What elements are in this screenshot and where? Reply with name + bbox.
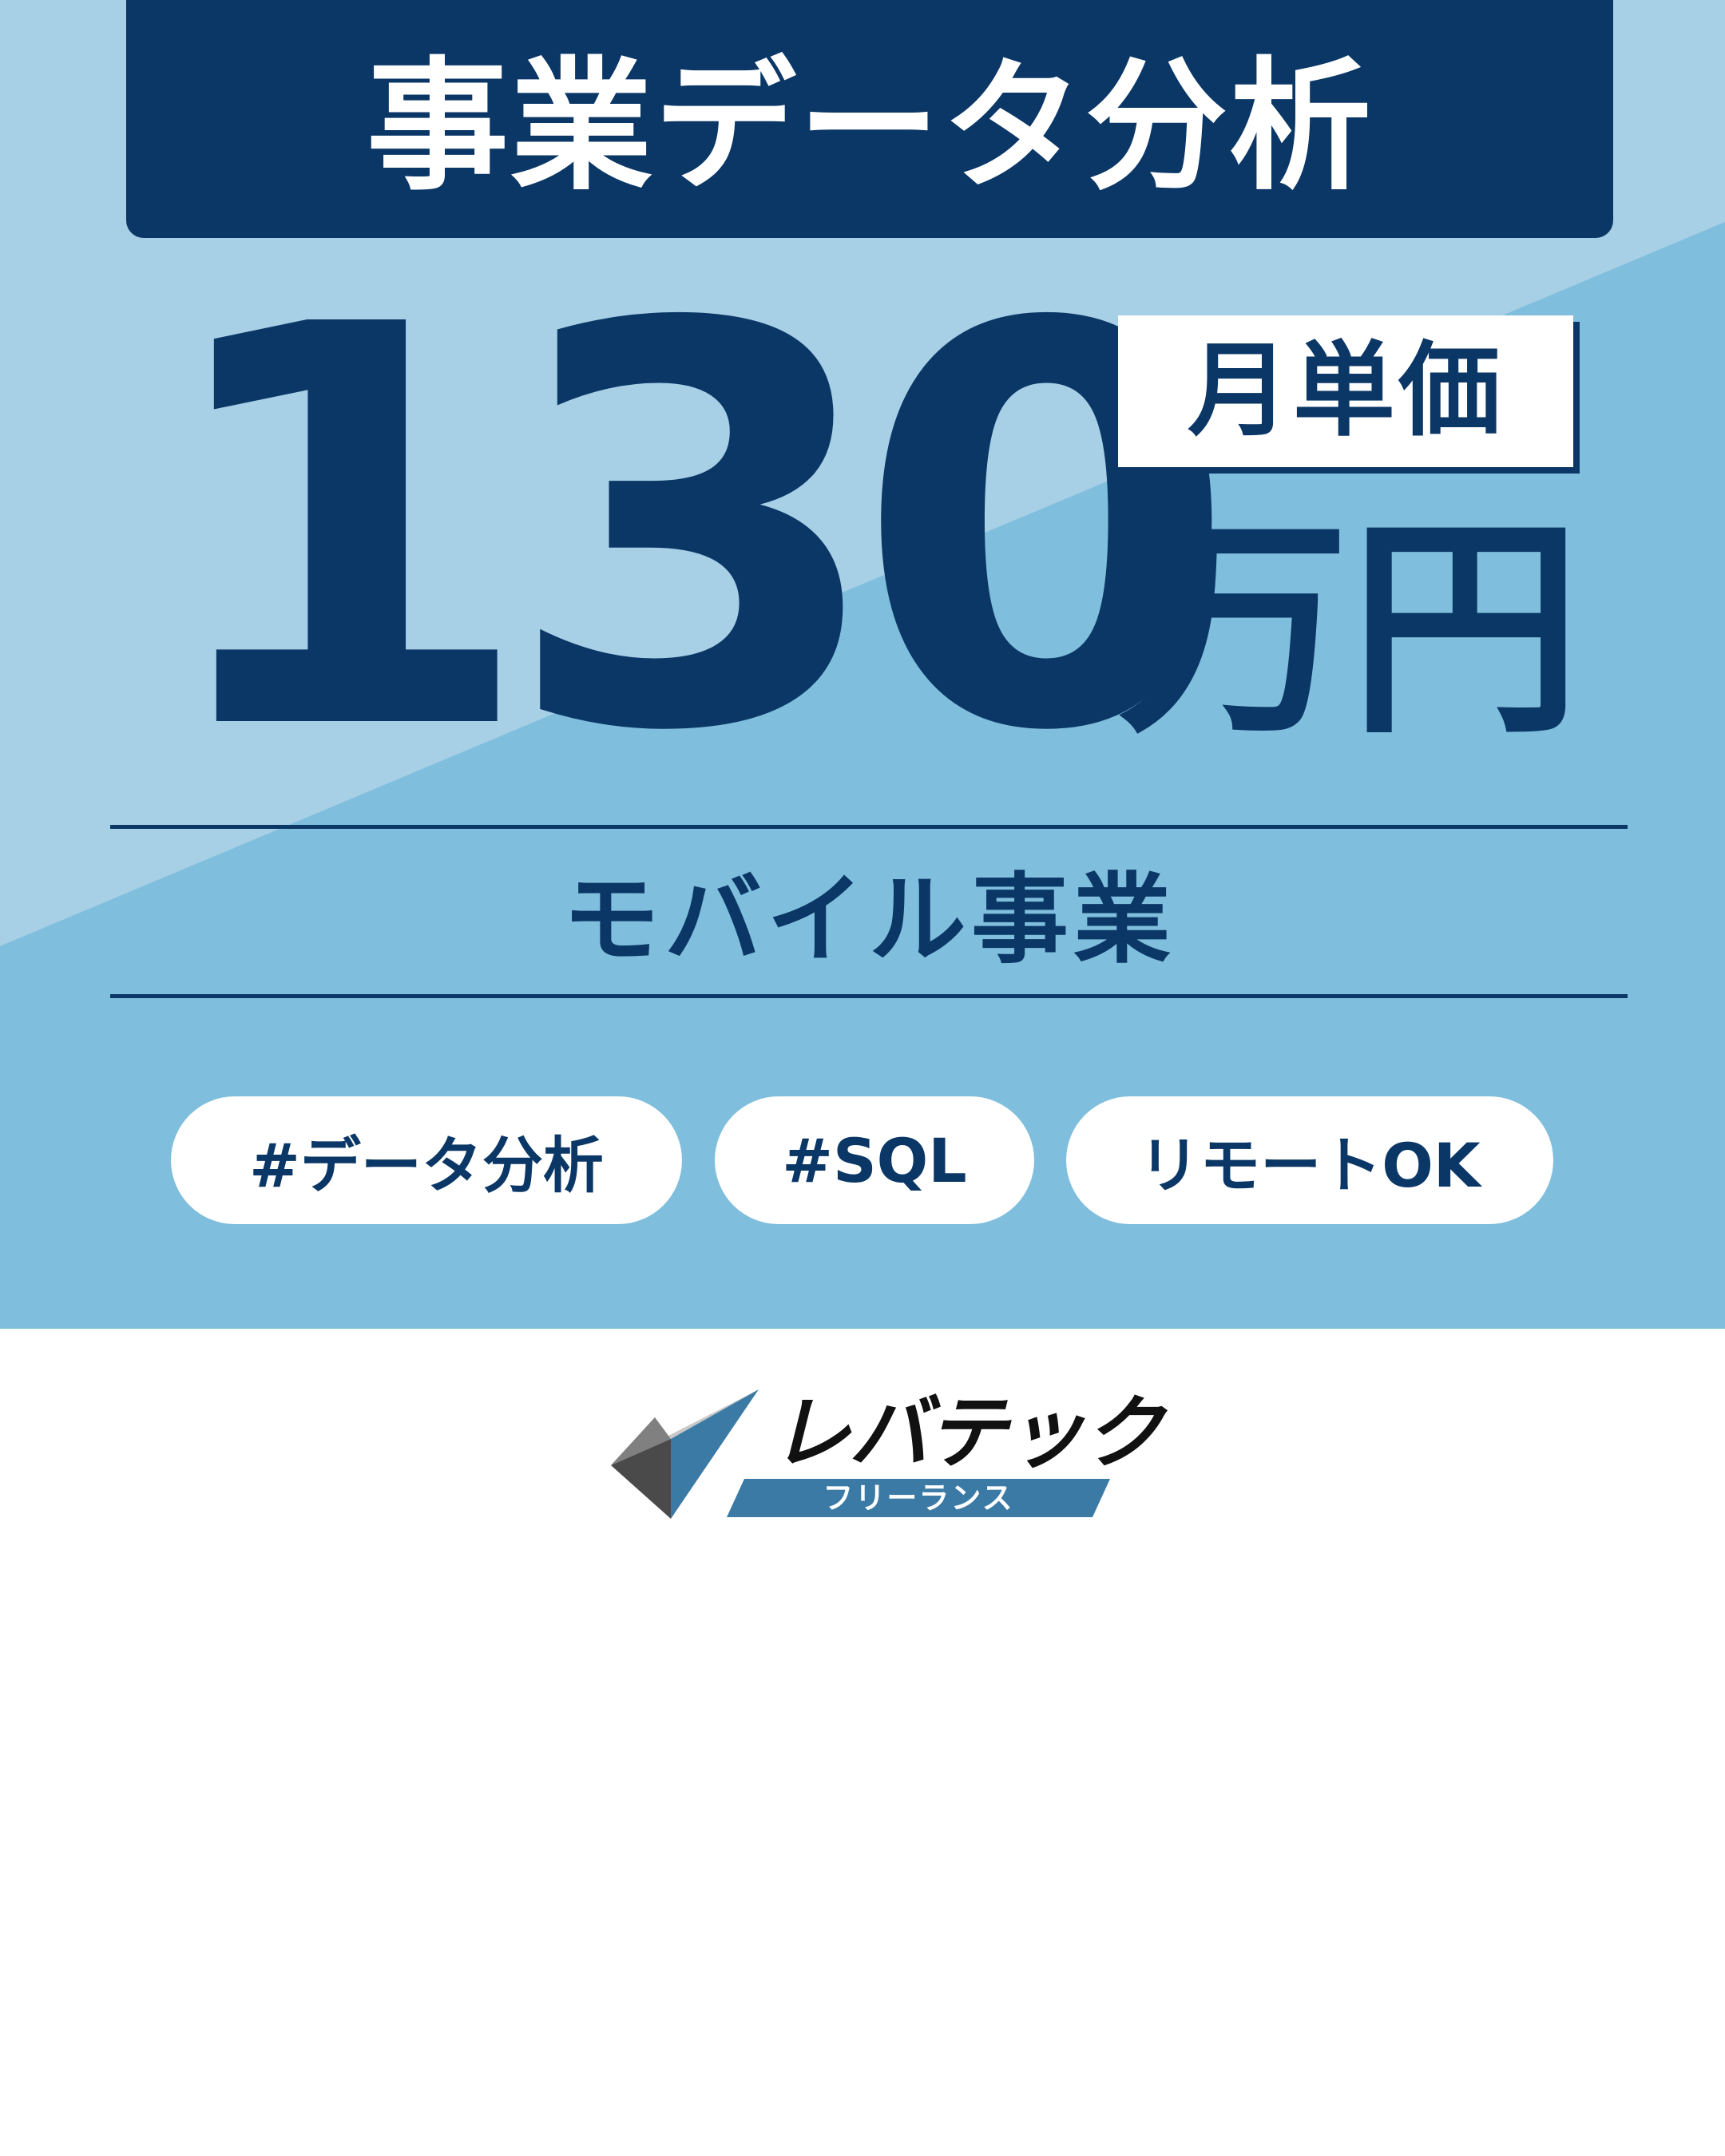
price-unit: 万円 (1118, 496, 1581, 765)
price-label: 月単価 (1187, 331, 1504, 450)
tag-remote-ok: リモートOK (1066, 1096, 1553, 1224)
page-title: 事業データ分析 (367, 44, 1373, 209)
hero-panel: 事業データ分析 130 月単価 万円 モバイル事業 #データ分析 #SQL リモ… (0, 0, 1725, 1329)
price-amount: 130 (152, 210, 1238, 851)
price-label-box: 月単価 (1118, 315, 1573, 467)
tag-sql: #SQL (715, 1096, 1034, 1224)
brand-name: レバテック (771, 1386, 1164, 1480)
brand-logo: レバテック フリーランス (611, 1389, 1164, 1525)
divider-bottom (110, 994, 1628, 998)
sector-label: モバイル事業 (562, 863, 1176, 977)
brand-subtitle: フリーランス (823, 1480, 1014, 1516)
tag-data-analysis: #データ分析 (171, 1096, 682, 1224)
title-banner: 事業データ分析 (126, 0, 1613, 238)
